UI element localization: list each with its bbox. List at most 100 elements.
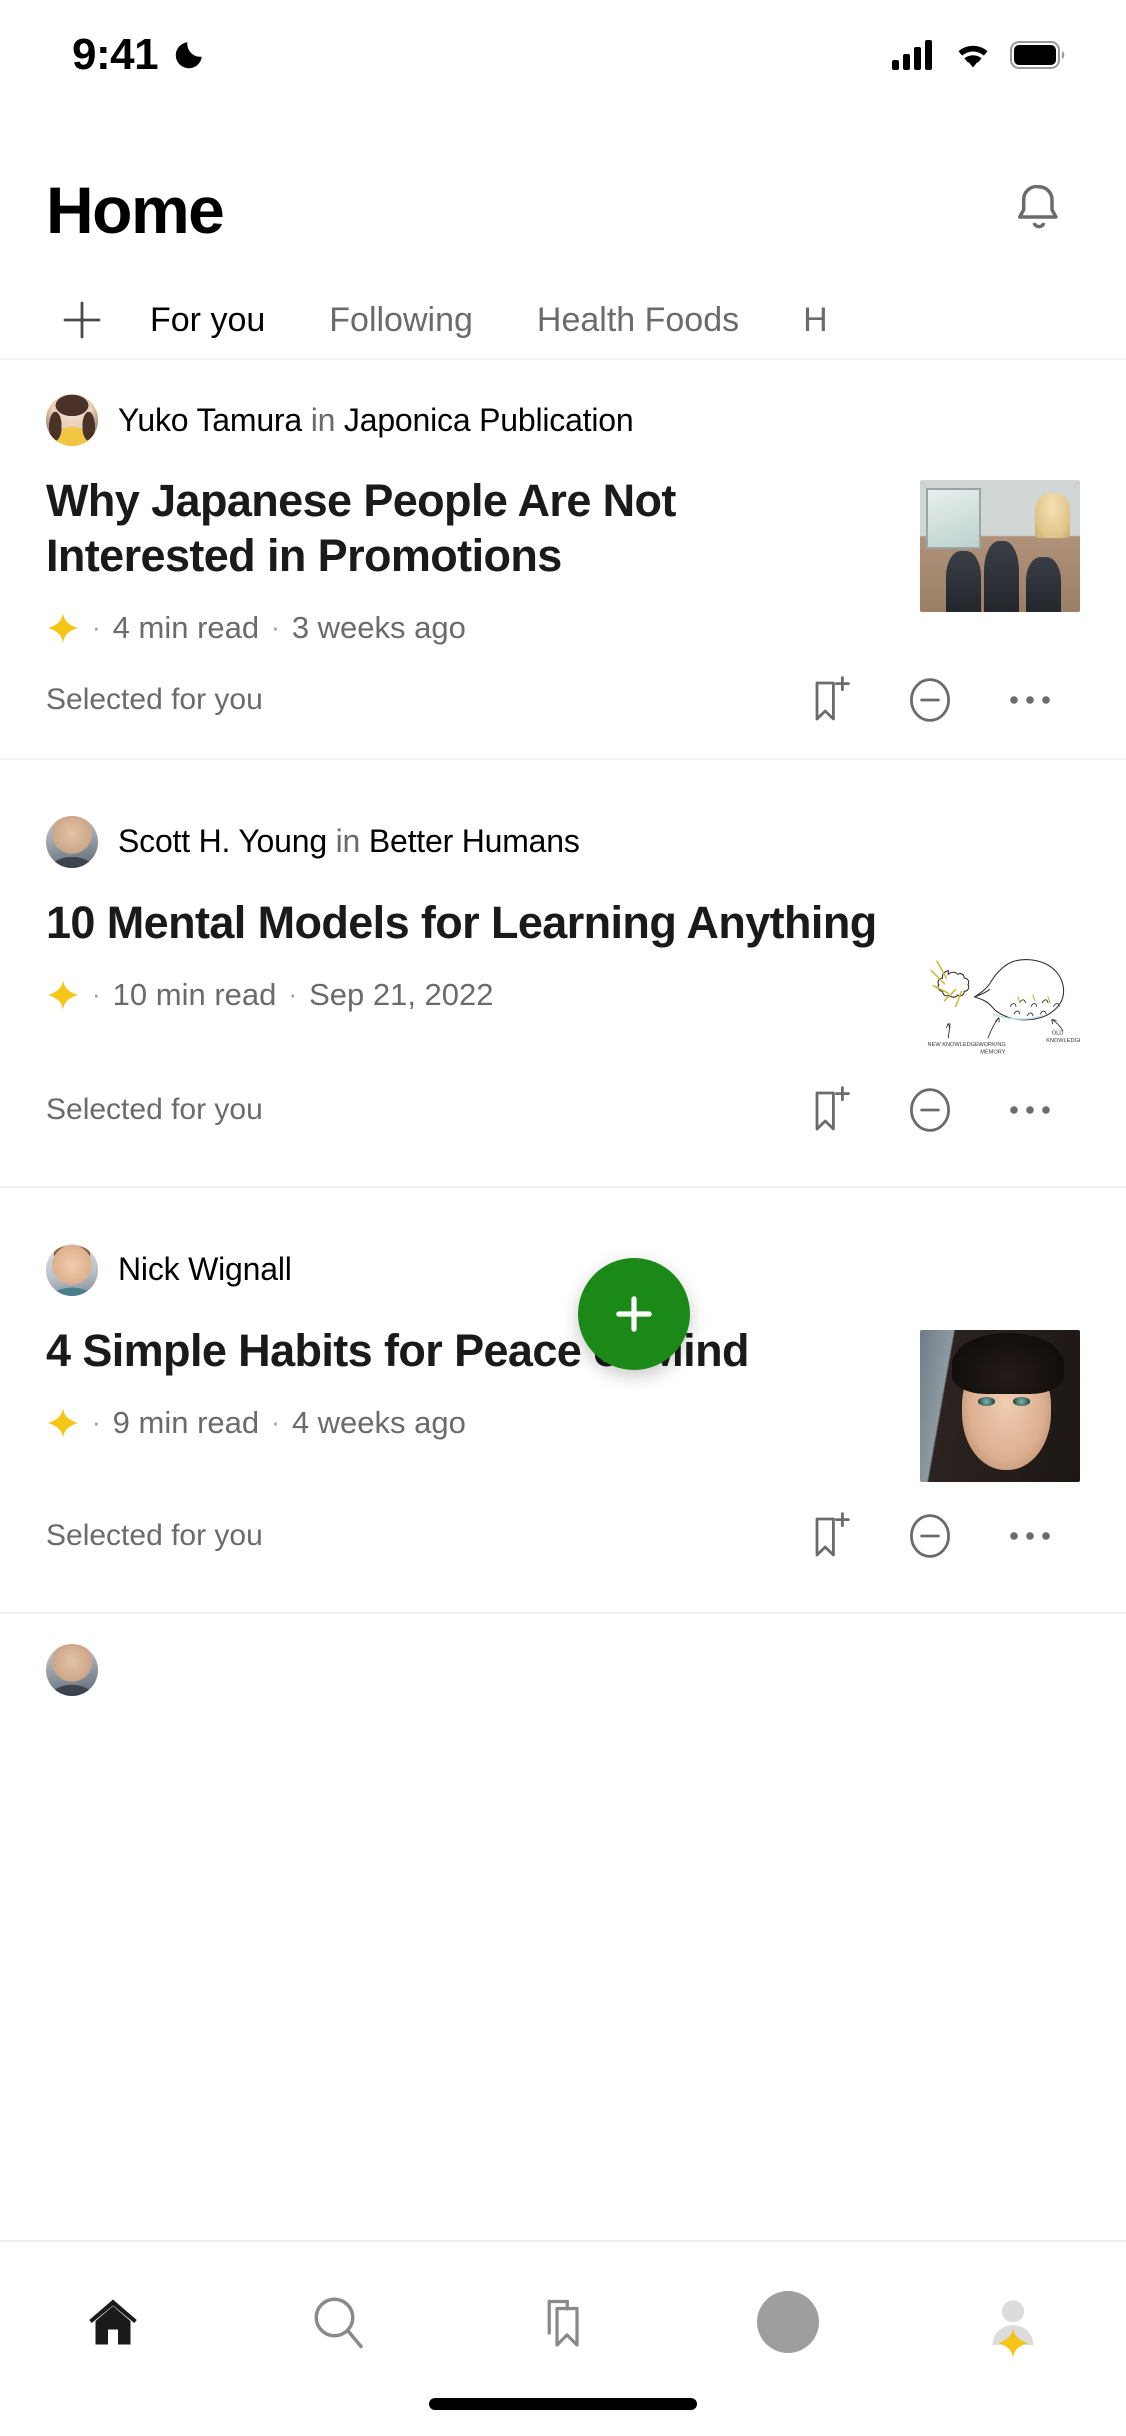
byline-in-word: in [310, 401, 336, 438]
article-thumbnail[interactable] [920, 480, 1080, 612]
meta-separator: · [92, 1407, 101, 1438]
article-title[interactable]: Why Japanese People Are Not Interested i… [46, 474, 896, 584]
recommendation-reason: Selected for you [46, 682, 263, 716]
byline-text: Scott H. Young in Better Humans [118, 823, 580, 860]
publish-date: Sep 21, 2022 [309, 976, 494, 1012]
avatar[interactable] [46, 1243, 98, 1296]
yellow-star-icon [48, 1407, 78, 1438]
save-button[interactable] [802, 1508, 858, 1564]
tab-following[interactable]: Following [297, 282, 505, 358]
page-header: Home [0, 140, 1126, 280]
meta-separator: · [288, 979, 298, 1010]
app-screen: 9:41 Home For you Following Health Foods… [0, 0, 1126, 2436]
article-thumbnail[interactable] [920, 1329, 1080, 1482]
byline-in-word: in [335, 823, 361, 860]
tab-label: Following [329, 300, 473, 339]
hide-button[interactable] [902, 1508, 958, 1564]
yellow-star-icon [48, 979, 78, 1010]
publication-name[interactable]: Better Humans [369, 823, 580, 859]
meta-separator: · [271, 1407, 280, 1438]
sketch-label-working-memory: WORKING [978, 1042, 1006, 1048]
meta-separator: · [92, 612, 101, 643]
article-title[interactable]: 10 Mental Models for Learning Anything [46, 896, 896, 951]
publish-date: 4 weeks ago [291, 1404, 466, 1440]
status-bar: 9:41 [0, 0, 1126, 110]
tab-label: H [803, 300, 828, 339]
nav-avatar-placeholder[interactable] [676, 2276, 901, 2368]
article-feed: Yuko Tamura in Japonica Publication Why … [0, 360, 1126, 2436]
notifications-button[interactable] [1004, 175, 1074, 245]
article-meta: · 10 min read · Sep 21, 2022 [46, 977, 896, 1013]
avatar[interactable] [46, 815, 98, 868]
author-name[interactable]: Nick Wignall [118, 1251, 292, 1287]
write-story-fab[interactable] [578, 1258, 690, 1370]
article-main: Why Japanese People Are Not Interested i… [46, 474, 896, 646]
recommendation-reason: Selected for you [46, 1092, 263, 1126]
article-byline[interactable]: Scott H. Young in Better Humans [46, 815, 1080, 868]
article-thumbnail[interactable]: NEW KNOWLEDGE WORKING MEMORY OLD KNOWLED… [920, 935, 1080, 1056]
nav-home[interactable] [0, 2276, 225, 2368]
nav-bookmarks[interactable] [450, 2276, 675, 2368]
hide-button[interactable] [902, 1082, 958, 1138]
byline-text: Yuko Tamura in Japonica Publication [118, 401, 634, 439]
article-title[interactable]: 4 Simple Habits for Peace of Mind [46, 1324, 896, 1379]
portrait-photo [920, 1329, 1080, 1482]
nav-search[interactable] [225, 2276, 450, 2368]
avatar[interactable] [46, 1643, 98, 1696]
minus-circle-icon [909, 1513, 951, 1558]
office-meeting-photo [920, 480, 1080, 612]
minus-circle-icon [909, 1087, 951, 1132]
bookmarks-icon [547, 2299, 579, 2347]
add-tab-button[interactable] [46, 296, 118, 344]
bookmark-plus-icon [815, 1085, 850, 1131]
plus-icon [63, 301, 101, 339]
recommendation-reason: Selected for you [46, 1518, 263, 1552]
read-time: 10 min read [112, 976, 277, 1012]
article-card[interactable]: Scott H. Young in Better Humans 10 Menta… [0, 757, 1126, 1186]
home-icon [88, 2299, 137, 2345]
more-options-button[interactable] [1002, 1508, 1058, 1564]
author-name[interactable]: Scott H. Young [118, 823, 327, 859]
bookmark-plus-icon [815, 675, 850, 721]
tab-overflow-partial[interactable]: H [771, 282, 860, 358]
tab-health-foods[interactable]: Health Foods [505, 282, 771, 358]
more-options-button[interactable] [1002, 672, 1058, 728]
meta-separator: · [271, 612, 280, 643]
article-card[interactable]: Nick Wignall 4 Simple Habits for Peace o… [0, 1185, 1126, 1612]
read-time: 9 min read [112, 1404, 260, 1440]
wifi-icon [958, 45, 988, 68]
article-byline[interactable]: Nick Wignall [46, 1243, 1080, 1296]
publication-name[interactable]: Japonica Publication [344, 402, 634, 438]
article-main: 10 Mental Models for Learning Anything ·… [46, 896, 896, 1013]
tab-for-you[interactable]: For you [118, 282, 297, 376]
article-card-partial[interactable] [0, 1611, 1126, 1696]
article-body: 10 Mental Models for Learning Anything ·… [46, 896, 1080, 1056]
working-memory-sketch: NEW KNOWLEDGE WORKING MEMORY OLD KNOWLED… [920, 935, 1080, 1056]
save-button[interactable] [802, 672, 858, 728]
yellow-star-icon [48, 612, 78, 643]
category-tab-bar[interactable]: For you Following Health Foods H [0, 282, 1126, 376]
article-byline[interactable]: Yuko Tamura in Japonica Publication [46, 394, 1080, 446]
read-time: 4 min read [112, 609, 260, 645]
page-title: Home [46, 173, 225, 247]
cellular-signal-icon [892, 40, 932, 70]
avatar-circle-icon [757, 2291, 820, 2353]
plus-icon [616, 1296, 652, 1332]
avatar[interactable] [46, 394, 98, 446]
article-actions [802, 1082, 1080, 1138]
article-meta: · 4 min read · 3 weeks ago [46, 610, 896, 646]
article-main: 4 Simple Habits for Peace of Mind · 9 mi… [46, 1324, 896, 1441]
status-bar-left: 9:41 [72, 30, 206, 80]
author-name[interactable]: Yuko Tamura [118, 402, 302, 438]
sketch-label-new-knowledge: NEW KNOWLEDGE [928, 1042, 980, 1048]
battery-full-icon [1010, 41, 1065, 69]
bottom-navigation-bar [0, 2240, 1126, 2436]
hide-button[interactable] [902, 672, 958, 728]
save-button[interactable] [802, 1082, 858, 1138]
more-options-button[interactable] [1002, 1082, 1058, 1138]
nav-profile[interactable] [901, 2276, 1126, 2368]
article-actions [802, 672, 1080, 728]
article-card[interactable]: Yuko Tamura in Japonica Publication Why … [0, 360, 1126, 758]
sketch-label-old: OLD [1052, 1030, 1064, 1036]
article-meta: · 9 min read · 4 weeks ago [46, 1405, 896, 1441]
